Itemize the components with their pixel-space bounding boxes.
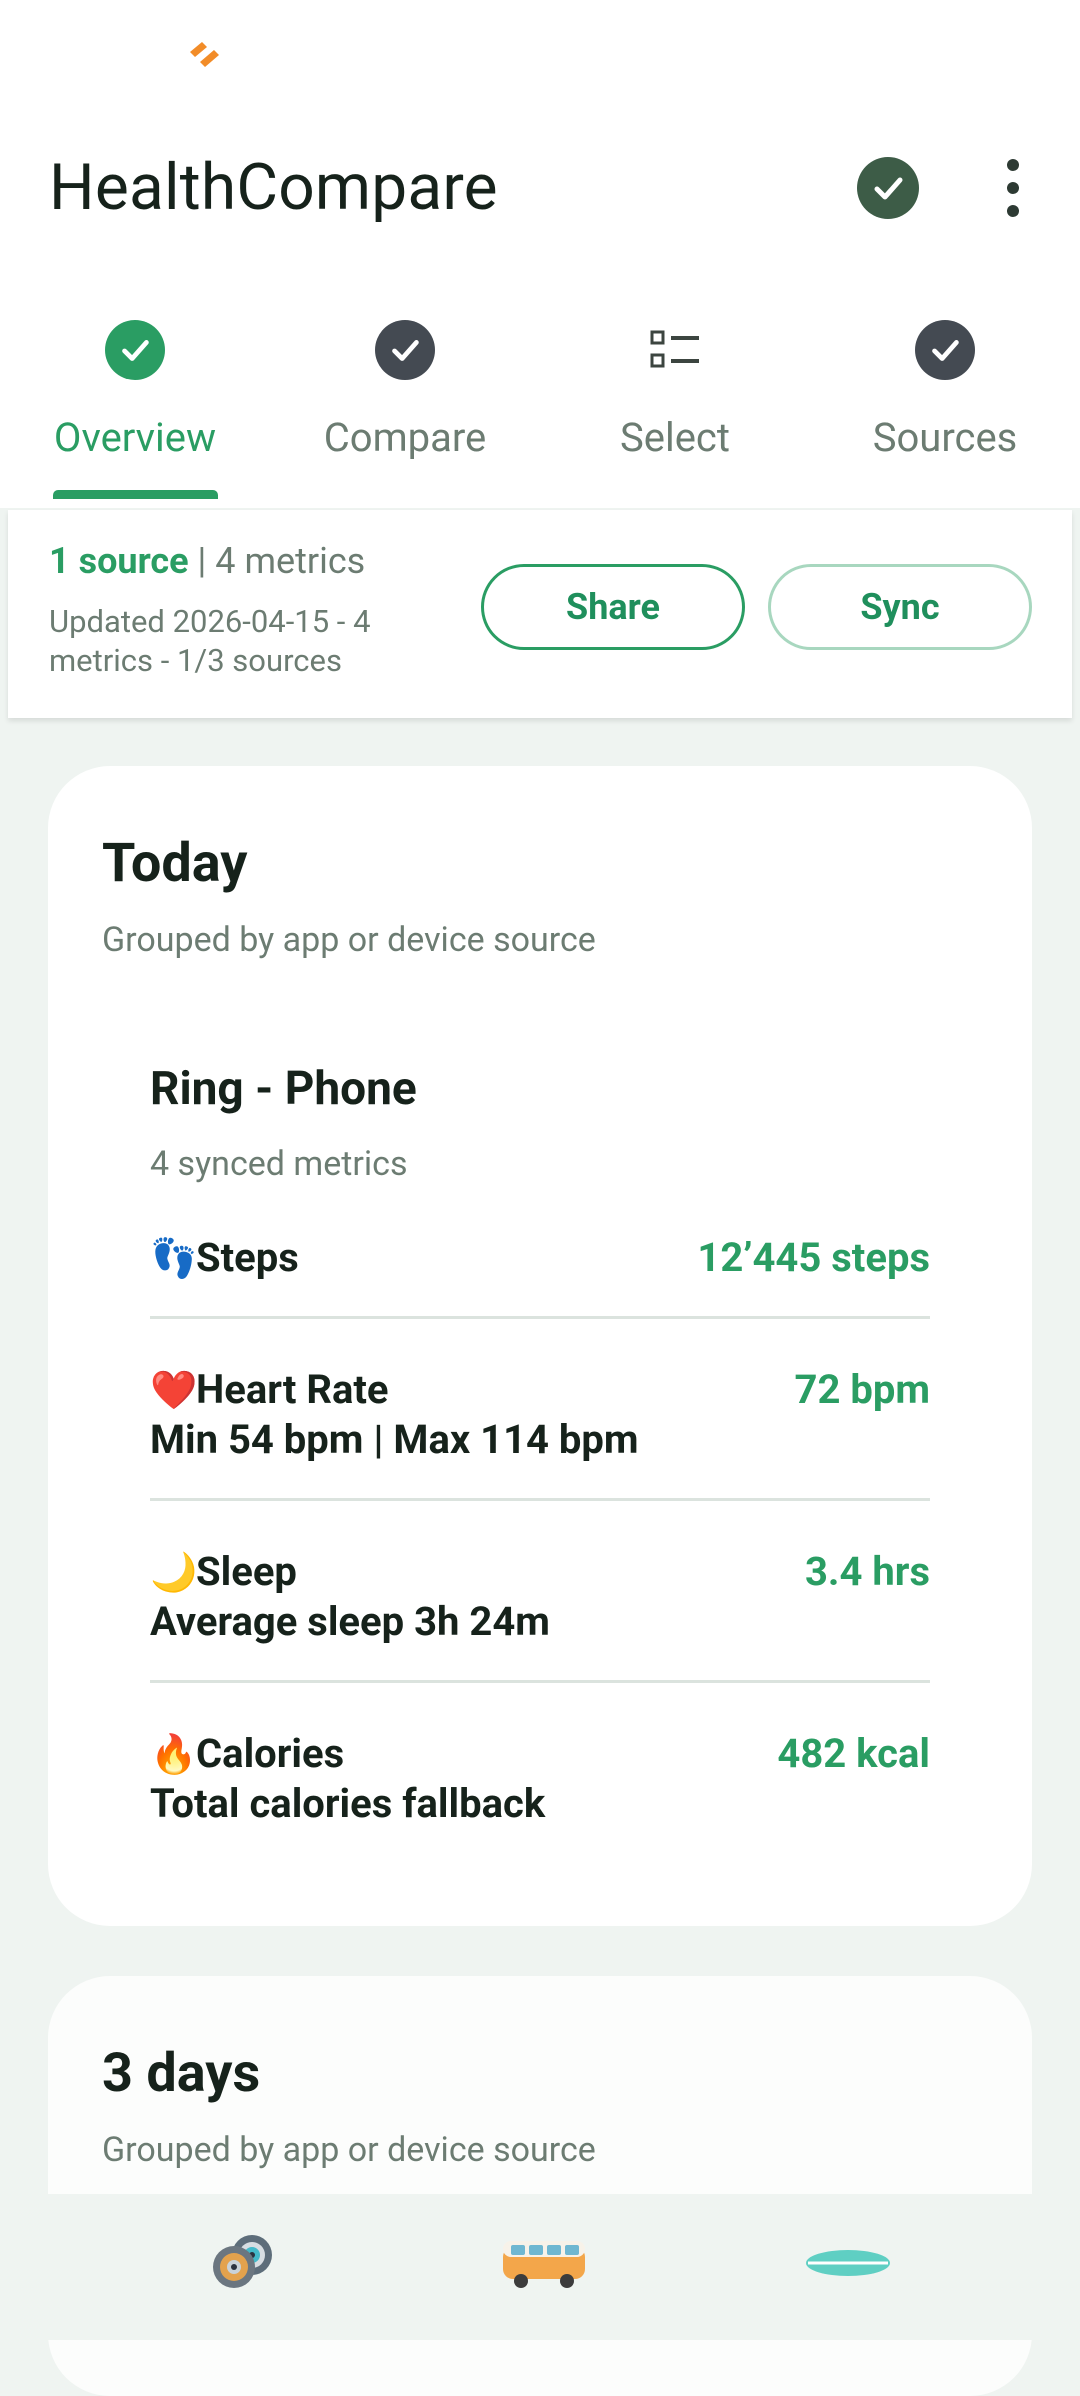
card-title: Today <box>102 832 248 895</box>
tab-label: Sources <box>872 414 1018 461</box>
metric-detail: Average sleep 3h 24m <box>150 1598 550 1645</box>
metric-detail: Total calories fallback <box>150 1780 546 1827</box>
card-title: 3 days <box>102 2042 261 2105</box>
list-icon <box>645 320 705 380</box>
more-options-icon[interactable] <box>995 155 1031 221</box>
sync-status-check-icon[interactable] <box>857 157 919 219</box>
summary-separator: | <box>188 540 216 582</box>
metric-detail: Min 54 bpm | Max 114 bpm <box>150 1416 639 1463</box>
tab-label: Overview <box>53 414 217 461</box>
fire-icon: 🔥 <box>150 1733 198 1777</box>
tab-overview[interactable]: Overview <box>0 310 270 500</box>
check-circle-icon <box>375 320 435 380</box>
app-notification-icon <box>190 42 219 67</box>
updated-status: Updated 2026-04-15 - 4 metrics - 1/3 sou… <box>49 603 371 679</box>
source-name: Ring - Phone <box>150 1062 417 1116</box>
card-subtitle: Grouped by app or device source <box>102 2130 596 2170</box>
tab-select[interactable]: Select <box>540 310 810 500</box>
bottom-navigation <box>0 2194 1080 2340</box>
metric-label: 👣Steps <box>150 1234 299 1281</box>
metric-label: ❤️Heart Rate <box>150 1366 389 1413</box>
app-title: HealthCompare <box>49 150 498 225</box>
tab-bar: Overview Compare Select Sources <box>0 310 1080 500</box>
nav-surfboard-icon[interactable] <box>800 2228 896 2298</box>
metric-value: 482 kcal <box>777 1730 930 1777</box>
moon-icon: 🌙 <box>150 1551 198 1595</box>
nav-camper-van-icon[interactable] <box>496 2228 592 2298</box>
check-circle-icon <box>105 320 165 380</box>
footprints-icon: 👣 <box>150 1237 198 1281</box>
share-button[interactable]: Share <box>481 564 745 650</box>
tab-compare[interactable]: Compare <box>270 310 540 500</box>
summary-counts: 1 source | 4 metrics <box>49 540 365 582</box>
top-app-bar: HealthCompare Overview Compare Select So… <box>0 0 1080 508</box>
check-circle-icon <box>915 320 975 380</box>
tab-label: Compare <box>323 414 487 461</box>
metric-count: 4 metrics <box>215 540 366 582</box>
active-tab-indicator <box>53 490 218 499</box>
metric-value: 3.4 hrs <box>804 1548 930 1595</box>
metric-value: 72 bpm <box>794 1366 931 1413</box>
divider <box>150 1680 930 1683</box>
nav-speakers-icon[interactable] <box>196 2228 292 2298</box>
tab-sources[interactable]: Sources <box>810 310 1080 500</box>
sync-button[interactable]: Sync <box>768 564 1032 650</box>
card-subtitle: Grouped by app or device source <box>102 920 596 960</box>
summary-bar: 1 source | 4 metrics Updated 2026-04-15 … <box>8 510 1072 718</box>
heart-icon: ❤️ <box>150 1369 198 1413</box>
metric-label: 🔥Calories <box>150 1730 345 1777</box>
divider <box>150 1316 930 1319</box>
source-count: 1 source <box>49 540 189 582</box>
source-metric-count: 4 synced metrics <box>150 1144 408 1184</box>
metric-label: 🌙Sleep <box>150 1548 297 1595</box>
tab-label: Select <box>620 414 730 461</box>
divider <box>150 1498 930 1501</box>
today-card: Today Grouped by app or device source Ri… <box>48 766 1032 1926</box>
metric-value: 12’445 steps <box>697 1234 930 1281</box>
